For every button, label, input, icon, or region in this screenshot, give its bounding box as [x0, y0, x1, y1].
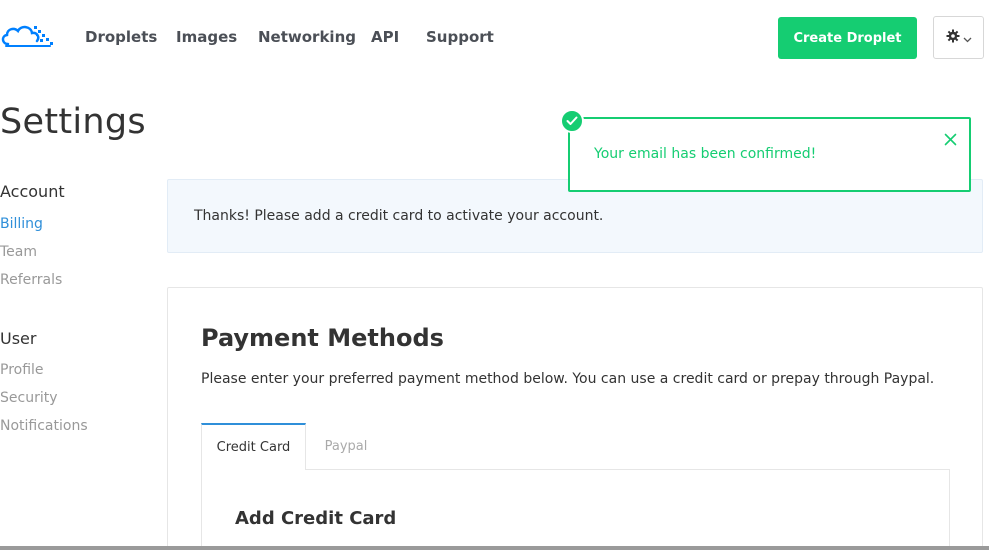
sidebar-heading-user: User	[0, 329, 37, 348]
sidebar-heading-account: Account	[0, 182, 65, 201]
page-title: Settings	[0, 102, 146, 142]
gear-icon	[946, 28, 960, 47]
check-icon	[560, 109, 584, 133]
add-credit-card-heading: Add Credit Card	[235, 508, 397, 529]
cloud-logo-icon[interactable]	[0, 20, 56, 52]
create-droplet-button[interactable]: Create Droplet	[778, 17, 917, 59]
sidebar-item-team[interactable]: Team	[0, 244, 37, 260]
nav-support[interactable]: Support	[426, 28, 494, 46]
payment-methods-title: Payment Methods	[201, 324, 444, 352]
sidebar-item-profile[interactable]: Profile	[0, 362, 44, 378]
toast-message: Your email has been confirmed!	[594, 146, 817, 162]
tab-paypal[interactable]: Paypal	[306, 423, 386, 470]
settings-menu-button[interactable]	[933, 16, 984, 59]
tab-credit-card[interactable]: Credit Card	[201, 423, 306, 470]
chevron-down-icon	[963, 28, 972, 47]
close-icon[interactable]	[942, 131, 958, 147]
page: Droplets Images Networking API Support C…	[0, 0, 989, 550]
sidebar-item-billing[interactable]: Billing	[0, 216, 43, 232]
nav-api[interactable]: API	[371, 28, 399, 46]
nav-droplets[interactable]: Droplets	[85, 28, 157, 46]
window-bottom-edge	[0, 546, 989, 550]
nav-images[interactable]: Images	[176, 28, 237, 46]
banner-text: Thanks! Please add a credit card to acti…	[194, 208, 604, 224]
payment-methods-description: Please enter your preferred payment meth…	[201, 371, 935, 387]
nav-networking[interactable]: Networking	[258, 28, 356, 46]
sidebar-item-referrals[interactable]: Referrals	[0, 272, 62, 288]
sidebar-item-notifications[interactable]: Notifications	[0, 418, 88, 434]
sidebar-item-security[interactable]: Security	[0, 390, 58, 406]
